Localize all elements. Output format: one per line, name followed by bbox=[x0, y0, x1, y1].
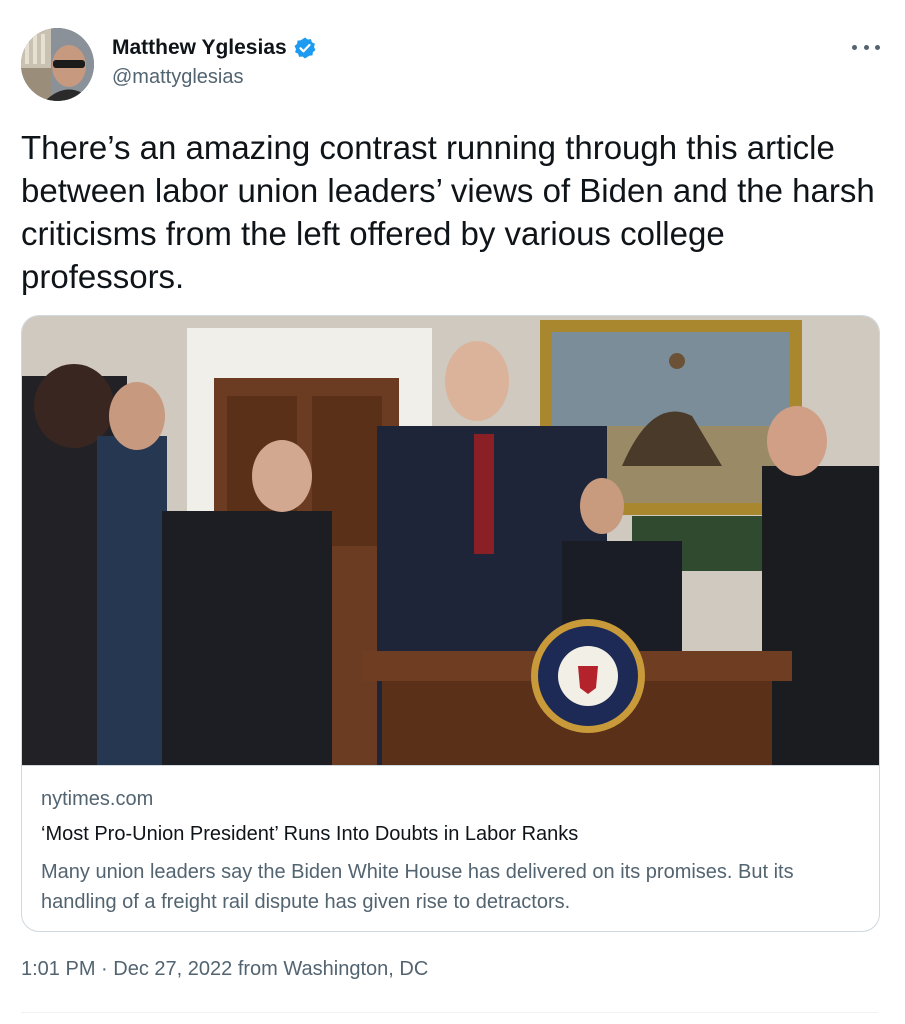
tweet: Matthew Yglesias @mattyglesias There’s a… bbox=[0, 0, 905, 1024]
link-card[interactable]: nytimes.com ‘Most Pro-Union President’ R… bbox=[21, 315, 880, 932]
more-options-icon[interactable] bbox=[852, 36, 880, 58]
timestamp-separator: · bbox=[101, 958, 108, 980]
author-handle[interactable]: @mattyglesias bbox=[112, 66, 317, 89]
tweet-timestamp: 1:01 PM · Dec 27, 2022 from Washington, … bbox=[21, 958, 428, 981]
author-name-row: Matthew Yglesias bbox=[112, 36, 317, 60]
avatar[interactable] bbox=[21, 28, 94, 101]
link-headline: ‘Most Pro-Union President’ Runs Into Dou… bbox=[41, 823, 579, 845]
author-block: Matthew Yglesias @mattyglesias bbox=[112, 36, 317, 89]
link-description: Many union leaders say the Biden White H… bbox=[41, 861, 794, 913]
timestamp-date[interactable]: Dec 27, 2022 bbox=[113, 958, 232, 980]
tweet-text: There’s an amazing contrast running thro… bbox=[21, 129, 875, 295]
timestamp-from: from bbox=[237, 958, 278, 980]
link-card-meta: nytimes.com ‘Most Pro-Union President’ R… bbox=[41, 788, 861, 917]
divider bbox=[21, 1012, 878, 1013]
author-name[interactable]: Matthew Yglesias bbox=[112, 36, 287, 60]
verified-badge-icon bbox=[293, 36, 317, 60]
link-card-image[interactable] bbox=[22, 316, 879, 766]
timestamp-time[interactable]: 1:01 PM bbox=[21, 958, 95, 980]
tweet-location[interactable]: Washington, DC bbox=[283, 958, 428, 980]
link-domain: nytimes.com bbox=[41, 788, 154, 810]
